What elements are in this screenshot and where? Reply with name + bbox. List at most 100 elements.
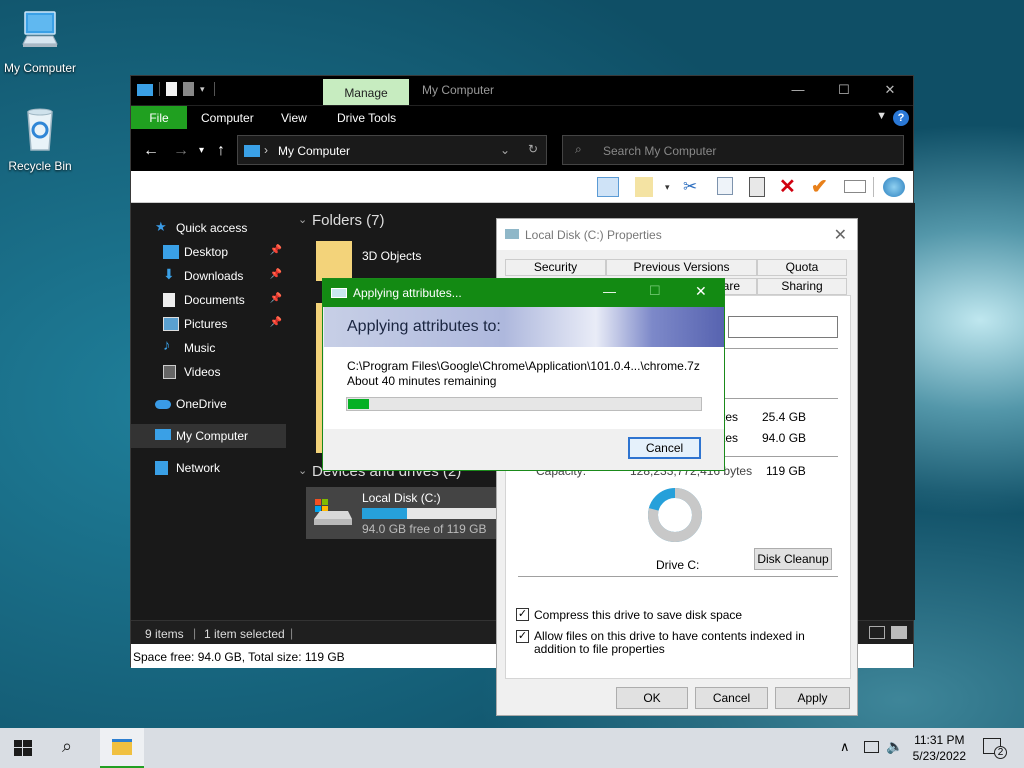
- desktop-icon-my-computer[interactable]: My Computer: [0, 10, 80, 75]
- nav-item-desktop[interactable]: Desktop 📌: [131, 240, 286, 264]
- nav-item-quick-access[interactable]: ★ Quick access: [131, 216, 286, 240]
- tab-manage[interactable]: Manage: [323, 79, 409, 105]
- chevron-down-icon[interactable]: ⌄: [298, 464, 307, 477]
- index-checkbox[interactable]: ✓: [516, 630, 529, 643]
- search-input[interactable]: ⌕ Search My Computer: [562, 135, 904, 165]
- chevron-down-icon[interactable]: ⌄: [298, 213, 307, 226]
- title-bar[interactable]: ▾ Manage My Computer — ☐ ✕: [131, 76, 913, 105]
- nav-item-label: Music: [184, 341, 216, 355]
- preview-pane-icon[interactable]: [597, 177, 619, 197]
- compress-checkbox[interactable]: ✓: [516, 608, 529, 621]
- network-globe-icon[interactable]: [883, 177, 905, 197]
- close-button[interactable]: ✕: [695, 283, 707, 300]
- recent-locations-icon[interactable]: ▾: [199, 145, 204, 156]
- nav-item-music[interactable]: ♪ Music: [131, 336, 286, 360]
- tab-previous-versions[interactable]: Previous Versions: [606, 259, 757, 276]
- nav-item-videos[interactable]: Videos: [131, 360, 286, 384]
- folder-icon: [316, 241, 352, 281]
- system-clock[interactable]: 11:31 PM 5/23/2022: [913, 732, 966, 764]
- compress-label: Compress this drive to save disk space: [534, 608, 743, 622]
- close-button[interactable]: ✕: [867, 76, 913, 105]
- nav-item-my-computer[interactable]: My Computer: [131, 424, 286, 448]
- dialog-title-bar[interactable]: Applying attributes... — ☐ ✕: [323, 279, 724, 307]
- drive-icon: [505, 229, 519, 239]
- chevron-up-icon[interactable]: ∧: [840, 739, 850, 755]
- up-button[interactable]: ↑: [217, 142, 225, 160]
- tab-file[interactable]: File: [131, 106, 187, 130]
- cancel-button[interactable]: Cancel: [628, 437, 701, 459]
- pictures-icon: [163, 317, 179, 331]
- tiles-view-icon[interactable]: [891, 626, 907, 639]
- tab-drive-tools[interactable]: Drive Tools: [337, 106, 396, 130]
- nav-item-label: Pictures: [184, 317, 228, 331]
- tab-computer[interactable]: Computer: [201, 106, 254, 130]
- window-title: My Computer: [422, 83, 495, 97]
- minimize-button[interactable]: —: [775, 76, 821, 105]
- nav-item-documents[interactable]: Documents 📌: [131, 288, 286, 312]
- desktop-icon-recycle-bin[interactable]: Recycle Bin: [0, 108, 80, 173]
- drive-item-c[interactable]: Local Disk (C:) 94.0 GB free of 119 GB: [306, 487, 496, 539]
- view-options-icon[interactable]: [635, 177, 653, 197]
- ribbon-tabs: File Computer View Drive Tools ▼ ?: [131, 105, 913, 130]
- paste-icon[interactable]: [749, 177, 765, 197]
- search-placeholder: Search My Computer: [603, 144, 717, 158]
- chevron-down-icon[interactable]: ▾: [200, 82, 208, 96]
- properties-icon[interactable]: [166, 82, 177, 96]
- apply-button[interactable]: Apply: [775, 687, 850, 709]
- folder-label: 3D Objects: [362, 249, 422, 263]
- window-controls: — ☐ ✕: [775, 76, 913, 105]
- file-explorer-taskbar-button[interactable]: [100, 728, 144, 768]
- cancel-button[interactable]: Cancel: [695, 687, 768, 709]
- chevron-right-icon: ›: [264, 143, 268, 157]
- folders-header[interactable]: Folders (7): [312, 212, 385, 229]
- ok-button[interactable]: OK: [616, 687, 688, 709]
- details-view-icon[interactable]: [869, 626, 885, 639]
- divider: [518, 576, 838, 577]
- tab-quota[interactable]: Quota: [757, 259, 847, 276]
- help-icon[interactable]: ?: [893, 110, 909, 126]
- address-path: My Computer: [278, 144, 351, 158]
- rename-check-icon[interactable]: ✔: [811, 177, 833, 197]
- clock-date: 5/23/2022: [912, 749, 966, 763]
- drive-name: Local Disk (C:): [362, 491, 441, 505]
- delete-icon[interactable]: ✕: [779, 177, 801, 197]
- address-bar[interactable]: › My Computer ⌄ ↻: [237, 135, 547, 165]
- cut-icon[interactable]: ✂: [683, 177, 705, 197]
- back-button[interactable]: ←: [143, 142, 159, 160]
- drive-letter-label: Drive C:: [656, 558, 700, 572]
- chevron-down-icon[interactable]: ▾: [665, 177, 675, 197]
- close-button[interactable]: ✕: [834, 225, 847, 245]
- forward-button[interactable]: →: [173, 142, 189, 160]
- dialog-title-bar[interactable]: Local Disk (C:) Properties ✕: [497, 219, 857, 250]
- nav-item-downloads[interactable]: ⬇ Downloads 📌: [131, 264, 286, 288]
- volume-icon[interactable]: 🔈: [886, 738, 903, 755]
- nav-item-onedrive[interactable]: OneDrive: [131, 392, 286, 416]
- tab-security[interactable]: Security: [505, 259, 606, 276]
- nav-item-label: Videos: [184, 365, 221, 379]
- copy-icon[interactable]: [717, 177, 733, 195]
- maximize-button[interactable]: ☐: [821, 76, 867, 105]
- expand-ribbon-icon[interactable]: ▼: [876, 110, 887, 122]
- separator: [214, 82, 215, 96]
- properties-card-icon[interactable]: [844, 180, 866, 193]
- address-dropdown-icon[interactable]: ⌄: [500, 143, 510, 157]
- tab-sharing[interactable]: Sharing: [757, 278, 847, 295]
- new-folder-icon[interactable]: [183, 82, 194, 96]
- drive-label-input[interactable]: [728, 316, 838, 338]
- tab-view[interactable]: View: [281, 106, 307, 130]
- start-button[interactable]: [14, 740, 32, 756]
- search-icon[interactable]: ⌕: [62, 736, 72, 757]
- maximize-button[interactable]: ☐: [649, 283, 661, 299]
- download-icon: ⬇: [163, 266, 175, 282]
- disk-cleanup-button[interactable]: Disk Cleanup: [754, 548, 832, 570]
- nav-item-network[interactable]: Network: [131, 456, 286, 480]
- time-remaining: About 40 minutes remaining: [347, 374, 497, 388]
- refresh-icon[interactable]: ↻: [528, 142, 538, 156]
- address-row: ← → ▾ ↑ › My Computer ⌄ ↻ ⌕ Search My Co…: [131, 129, 913, 171]
- nav-item-pictures[interactable]: Pictures 📌: [131, 312, 286, 336]
- dialog-banner: Applying attributes to:: [324, 307, 724, 347]
- minimize-button[interactable]: —: [603, 284, 616, 299]
- network-status-icon[interactable]: [864, 741, 879, 753]
- folder-item-3d-objects[interactable]: 3D Objects: [316, 241, 516, 281]
- selection-count: 1 item selected: [204, 627, 285, 641]
